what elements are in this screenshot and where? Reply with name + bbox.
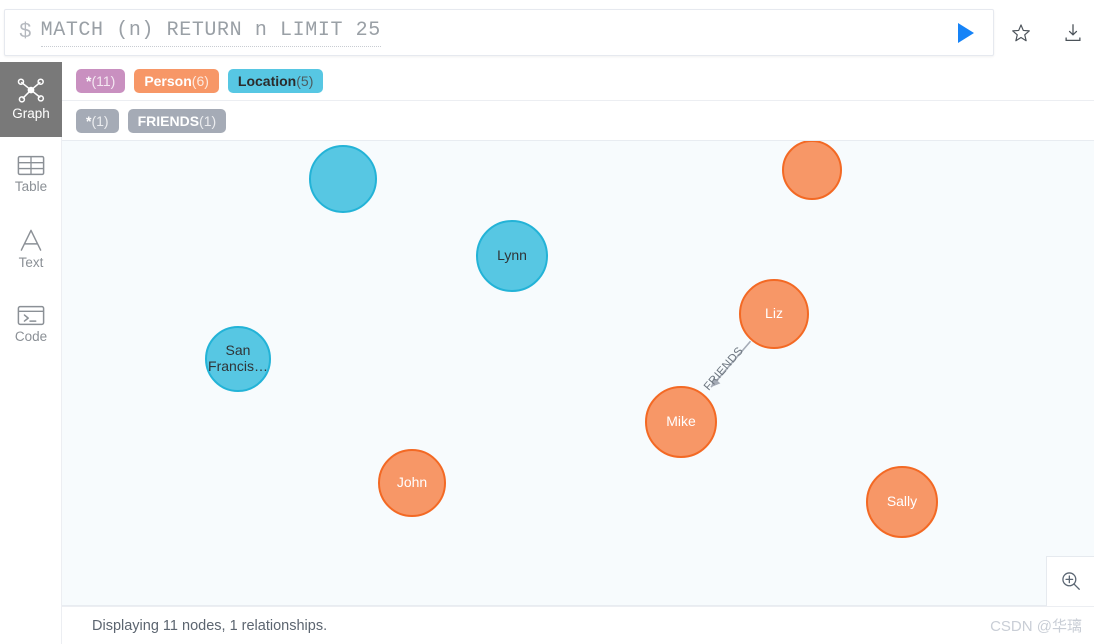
legend-pill-person-count: (6)	[191, 73, 209, 89]
graph-node-caption: John	[396, 474, 428, 491]
run-query-button[interactable]	[949, 16, 983, 50]
graph-node-caption: Francis…	[208, 358, 268, 374]
neo4j-browser-frame: $ MATCH (n) RETURN n LIMIT 25 Graph Tabl…	[0, 0, 1094, 644]
watermark: CSDN @华璃	[990, 618, 1082, 635]
legend-pill-all-rels-count: (1)	[91, 112, 109, 129]
relationship-type-legend: * (1) FRIENDS (1)	[62, 100, 1094, 140]
view-mode-table-label: Table	[14, 179, 48, 195]
graph-node-lynn[interactable]: Lynn	[476, 220, 548, 292]
legend-pill-all-rels[interactable]: * (1)	[76, 108, 119, 133]
legend-pill-person[interactable]: Person (6)	[134, 69, 219, 93]
legend-pill-all-nodes[interactable]: * (11)	[76, 69, 126, 93]
view-mode-graph[interactable]: Graph	[0, 62, 62, 137]
result-panel: * (11) Person (6) Location (5) * (1) FRIENDS…	[62, 62, 1094, 644]
graph-node-clipped[interactable]	[309, 145, 377, 213]
status-message: Displaying 11 nodes, 1 relationships.	[92, 617, 328, 634]
view-mode-sidebar: Graph Table Text Code	[0, 62, 62, 644]
prompt-dollar-icon: $	[19, 21, 32, 44]
graph-node-sally[interactable]: Sally	[866, 466, 938, 538]
view-mode-code[interactable]: Code	[0, 287, 62, 362]
graph-node-san[interactable]: San Francis…	[205, 326, 271, 392]
legend-pill-person-name: Person	[144, 73, 192, 89]
result-status-bar: Displaying 11 nodes, 1 relationships. CS…	[62, 606, 1094, 644]
zoom-in-icon[interactable]	[1056, 566, 1086, 596]
legend-pill-all-nodes-count: (11)	[91, 73, 116, 89]
legend-pill-friends-count: (1)	[199, 112, 217, 129]
view-mode-text-label: Text	[18, 255, 44, 271]
code-icon	[17, 304, 45, 327]
legend-pill-location-count: (5)	[296, 73, 314, 89]
graph-node-clipped[interactable]	[782, 141, 842, 200]
graph-node-caption: San	[225, 342, 251, 359]
table-icon	[17, 154, 45, 177]
view-mode-text[interactable]: Text	[0, 212, 62, 287]
view-mode-table[interactable]: Table	[0, 137, 62, 212]
graph-visualization-canvas[interactable]: Lynn San Francis… Liz Mike John Sally FRIENDS	[62, 140, 1094, 606]
graph-node-john[interactable]: John	[378, 449, 446, 517]
legend-pill-friends-name: FRIENDS	[137, 112, 200, 129]
graph-node-mike[interactable]: Mike	[645, 386, 717, 458]
query-editor[interactable]: $ MATCH (n) RETURN n LIMIT 25	[4, 9, 994, 56]
graph-node-caption: Liz	[765, 305, 783, 322]
node-label-legend: * (11) Person (6) Location (5)	[62, 62, 1094, 100]
download-icon[interactable]	[1060, 20, 1086, 46]
graph-node-liz[interactable]: Liz	[739, 279, 809, 349]
graph-node-caption: Mike	[666, 413, 696, 430]
view-mode-code-label: Code	[14, 329, 48, 345]
legend-pill-location[interactable]: Location (5)	[227, 69, 324, 93]
text-icon	[18, 228, 44, 253]
query-input[interactable]: MATCH (n) RETURN n LIMIT 25	[40, 19, 381, 47]
graph-node-caption: Lynn	[497, 247, 527, 264]
graph-icon	[16, 78, 46, 104]
legend-pill-friends[interactable]: FRIENDS (1)	[127, 108, 227, 133]
legend-pill-location-name: Location	[237, 73, 297, 89]
view-mode-graph-label: Graph	[12, 105, 50, 121]
favorite-star-icon[interactable]	[1008, 20, 1034, 46]
graph-node-caption: Sally	[886, 493, 918, 510]
query-editor-bar: $ MATCH (n) RETURN n LIMIT 25	[0, 0, 1094, 62]
